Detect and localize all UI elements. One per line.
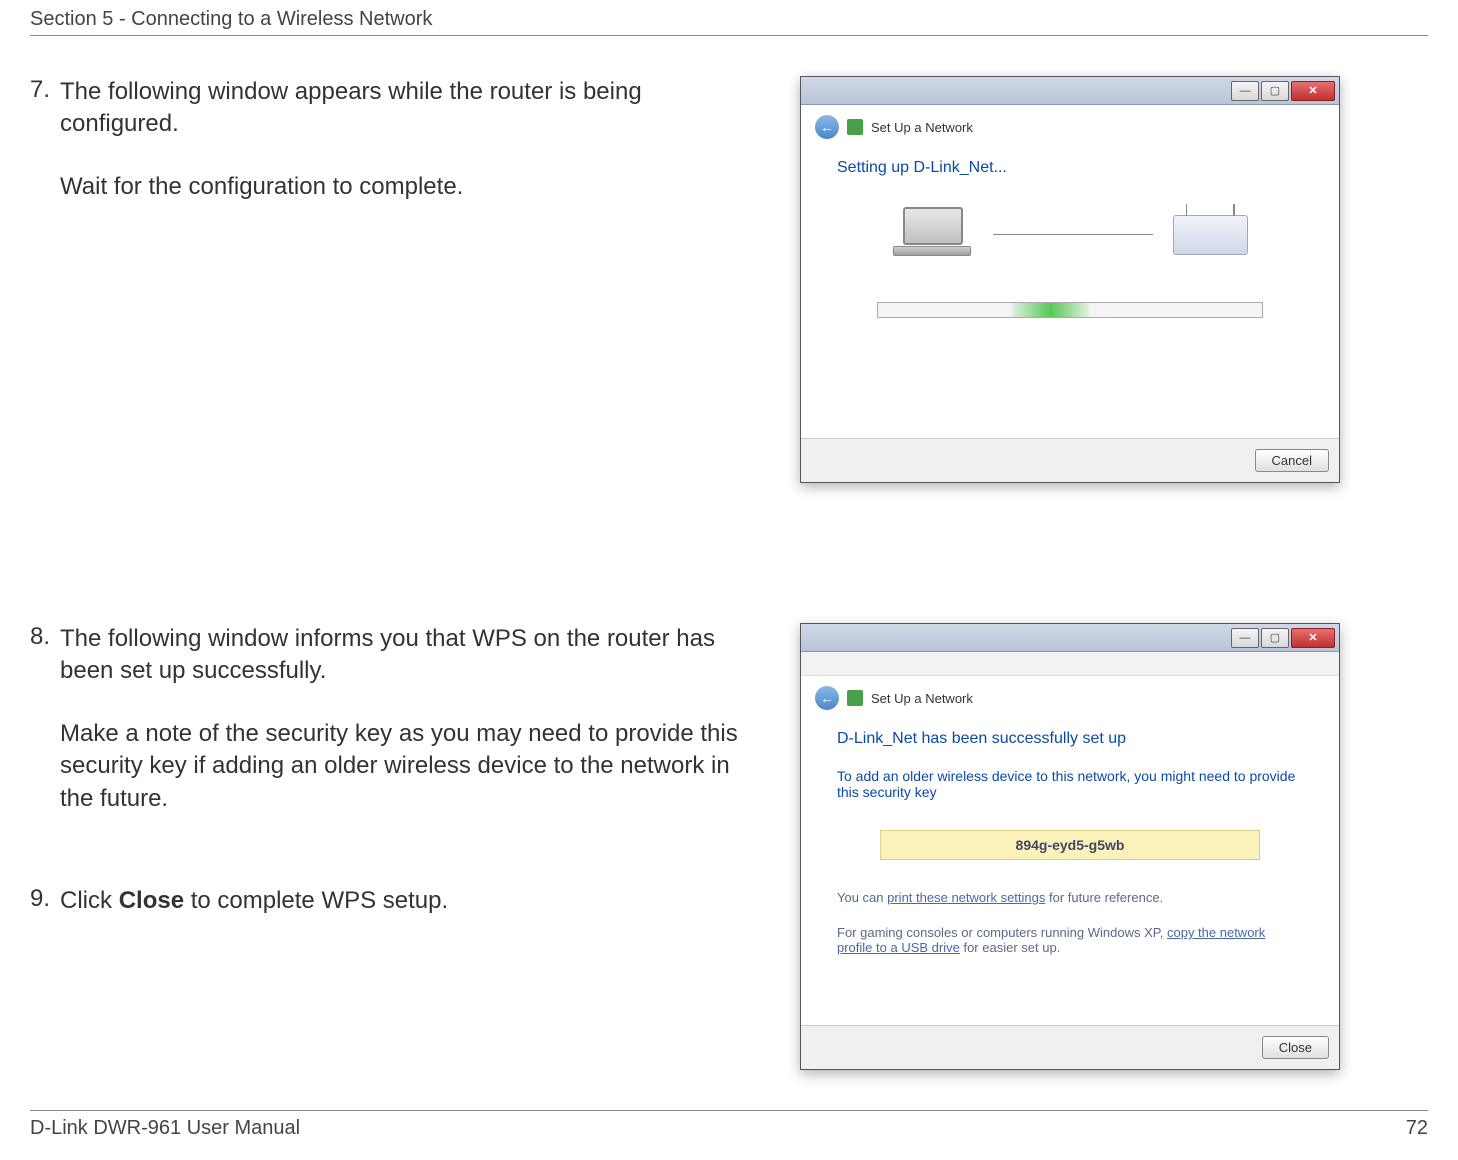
maximize-button[interactable]: ▢ <box>1261 628 1289 648</box>
step8-line1: The following window informs you that WP… <box>60 623 760 688</box>
page-number: 72 <box>1406 1117 1428 1140</box>
dialog-success: — ▢ ✕ ← Set Up a Network D-Link_Net has … <box>800 623 1340 1070</box>
step9-bold: Close <box>119 887 184 914</box>
step8-line2: Make a note of the security key as you m… <box>60 718 760 815</box>
step-text: The following window appears while the r… <box>60 76 760 233</box>
usb-note: For gaming consoles or computers running… <box>837 925 1303 955</box>
step-number: 9. <box>30 885 50 947</box>
section-header: Section 5 - Connecting to a Wireless Net… <box>30 0 1428 35</box>
close-dialog-button[interactable]: Close <box>1262 1036 1329 1059</box>
laptop-icon <box>893 207 973 262</box>
step-text: The following window informs you that WP… <box>60 623 760 845</box>
titlebar: — ▢ ✕ <box>801 77 1339 105</box>
step-number: 8. <box>30 623 50 845</box>
dialog-footer: Close <box>801 1025 1339 1069</box>
dialog-nav-label: Set Up a Network <box>871 691 973 706</box>
faded-toolbar <box>801 652 1339 676</box>
dialog-nav: ← Set Up a Network <box>801 105 1339 149</box>
minimize-button[interactable]: — <box>1231 628 1259 648</box>
titlebar: — ▢ ✕ <box>801 624 1339 652</box>
step7-line1: The following window appears while the r… <box>60 76 760 141</box>
step-text: Click Close to complete WPS setup. <box>60 885 448 947</box>
manual-title: D-Link DWR-961 User Manual <box>30 1117 300 1140</box>
page-footer: D-Link DWR-961 User Manual 72 <box>30 1110 1428 1140</box>
dialog-nav: ← Set Up a Network <box>801 676 1339 720</box>
connection-line <box>993 234 1153 235</box>
close-button[interactable]: ✕ <box>1291 628 1335 648</box>
print-note: You can print these network settings for… <box>837 890 1303 905</box>
divider-bottom <box>30 1110 1428 1111</box>
step7-line2: Wait for the configuration to complete. <box>60 171 760 203</box>
step9-post: to complete WPS setup. <box>184 887 448 914</box>
print-settings-link[interactable]: print these network settings <box>887 890 1045 905</box>
back-arrow-icon[interactable]: ← <box>815 686 839 710</box>
step9-pre: Click <box>60 887 119 914</box>
divider-top <box>30 35 1428 36</box>
dialog-message: To add an older wireless device to this … <box>837 768 1303 800</box>
connection-diagram <box>837 207 1303 262</box>
back-arrow-icon[interactable]: ← <box>815 115 839 139</box>
step-9: 9. Click Close to complete WPS setup. <box>30 885 760 947</box>
step-7: 7. The following window appears while th… <box>30 76 760 233</box>
dialog-nav-label: Set Up a Network <box>871 120 973 135</box>
step-number: 7. <box>30 76 50 233</box>
security-key-box: 894g-eyd5-g5wb <box>880 830 1260 860</box>
network-icon <box>847 690 863 706</box>
step-8: 8. The following window informs you that… <box>30 623 760 845</box>
close-button[interactable]: ✕ <box>1291 81 1335 101</box>
dialog-heading: Setting up D-Link_Net... <box>837 159 1303 177</box>
dialog-footer: Cancel <box>801 438 1339 482</box>
dialog-configuring: — ▢ ✕ ← Set Up a Network Setting up D-Li… <box>800 76 1340 483</box>
dialog-heading: D-Link_Net has been successfully set up <box>837 730 1303 748</box>
router-icon <box>1173 215 1248 255</box>
minimize-button[interactable]: — <box>1231 81 1259 101</box>
network-icon <box>847 119 863 135</box>
progress-bar <box>877 302 1263 318</box>
cancel-button[interactable]: Cancel <box>1255 449 1329 472</box>
maximize-button[interactable]: ▢ <box>1261 81 1289 101</box>
